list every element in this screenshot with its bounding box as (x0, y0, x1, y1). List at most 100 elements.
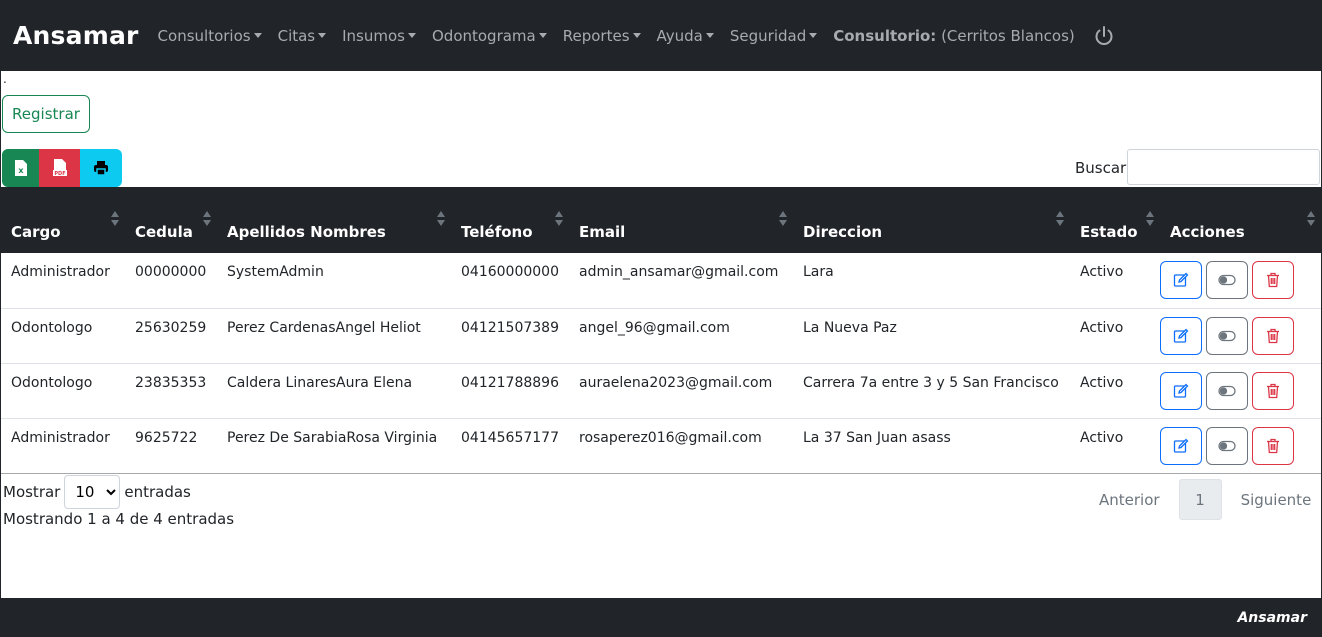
menu-consultorios[interactable]: Consultorios (150, 27, 270, 45)
menu-ayuda[interactable]: Ayuda (649, 27, 722, 45)
menu-reportes[interactable]: Reportes (555, 27, 649, 45)
sort-icon (1307, 211, 1315, 227)
export-excel-button[interactable]: x (2, 149, 39, 187)
cell-direccion: La 37 San Juan asass (803, 429, 951, 446)
caret-down-icon (407, 33, 416, 38)
col-cargo[interactable]: Cargo (1, 187, 125, 253)
edit-button[interactable] (1160, 316, 1202, 355)
toggle-status-button[interactable] (1206, 261, 1248, 299)
caret-down-icon (318, 33, 327, 38)
col-email[interactable]: Email (569, 187, 793, 253)
edit-button[interactable] (1160, 371, 1202, 410)
cell-email: auraelena2023@gmail.com (579, 374, 773, 391)
toggle-icon (1218, 385, 1236, 396)
cell-telefono: 04160000000 (461, 264, 559, 280)
cell-acciones (1160, 418, 1321, 473)
sort-icon (1146, 211, 1154, 227)
toggle-status-button[interactable] (1206, 426, 1248, 465)
sort-icon (437, 211, 445, 227)
menu-insumos[interactable]: Insumos (334, 27, 424, 45)
register-button[interactable]: Registrar (2, 95, 90, 133)
table-row: Odontologo 23835353 Caldera LinaresAura El… (1, 363, 1321, 418)
caret-down-icon (809, 33, 818, 38)
edit-icon (1173, 383, 1189, 398)
delete-button[interactable] (1252, 371, 1294, 410)
cell-cargo: Administrador (11, 429, 110, 446)
consultorio-label: Consultorio: (833, 26, 937, 45)
cell-estado: Activo (1080, 429, 1124, 446)
toggle-status-button[interactable] (1206, 371, 1248, 410)
consultorio-value: (Cerritos Blancos) (941, 26, 1075, 45)
sort-icon (779, 211, 787, 227)
col-estado[interactable]: Estado (1070, 187, 1160, 253)
cell-email: rosaperez016@gmail.com (579, 429, 762, 446)
page-size-select[interactable]: 10 (64, 475, 121, 509)
footer-brand: Ansamar (1237, 609, 1307, 626)
cell-direccion: Lara (803, 264, 834, 280)
menu-label: Consultorios (157, 26, 251, 45)
cell-telefono: 04145657177 (461, 429, 559, 446)
export-pdf-button[interactable]: PDF (39, 149, 80, 187)
sort-icon (1056, 211, 1064, 227)
cell-estado: Activo (1080, 264, 1124, 280)
trash-icon (1267, 383, 1279, 398)
cell-telefono: 04121507389 (461, 319, 559, 336)
menu-label: Ayuda (656, 26, 703, 45)
pdf-icon: PDF (52, 159, 67, 177)
edit-icon (1173, 328, 1189, 343)
prev-page-button[interactable]: Anterior (1087, 491, 1172, 509)
sort-icon (111, 211, 119, 227)
trash-icon (1267, 272, 1279, 288)
cell-email: angel_96@gmail.com (579, 319, 730, 336)
menu-odontograma[interactable]: Odontograma (424, 27, 555, 45)
search-input[interactable] (1127, 149, 1320, 185)
col-telefono[interactable]: Teléfono (451, 187, 569, 253)
edit-icon (1173, 272, 1189, 287)
power-icon[interactable] (1093, 25, 1115, 47)
show-label: Mostrar (3, 483, 61, 501)
table-row: Administrador 00000000 SystemAdmin 04160000… (1, 253, 1321, 308)
col-cedula[interactable]: Cedula (125, 187, 217, 253)
col-direccion[interactable]: Direccion (793, 187, 1070, 253)
cell-nombres: SystemAdmin (227, 264, 324, 280)
print-button[interactable] (80, 149, 122, 187)
excel-icon: x (14, 160, 27, 176)
pagination: Anterior 1 Siguiente (1087, 479, 1322, 520)
entries-label: entradas (124, 483, 191, 501)
caret-down-icon (632, 33, 641, 38)
cell-estado: Activo (1080, 374, 1124, 391)
edit-button[interactable] (1160, 261, 1202, 299)
menu-seguridad[interactable]: Seguridad (722, 27, 825, 45)
menu-label: Insumos (342, 26, 405, 45)
delete-button[interactable] (1252, 316, 1294, 355)
cell-cedula: 00000000 (135, 264, 207, 280)
cell-estado: Activo (1080, 319, 1124, 336)
cell-cargo: Odontologo (11, 374, 93, 391)
toggle-status-button[interactable] (1206, 316, 1248, 355)
delete-button[interactable] (1252, 261, 1294, 299)
menu-citas[interactable]: Citas (270, 27, 335, 45)
next-page-button[interactable]: Siguiente (1229, 491, 1322, 509)
cell-cedula: 9625722 (135, 429, 198, 446)
page-1-button[interactable]: 1 (1178, 479, 1222, 520)
svg-text:x: x (18, 166, 24, 175)
col-apellidos-nombres[interactable]: Apellidos Nombres (217, 187, 451, 253)
cell-cedula: 23835353 (135, 374, 207, 391)
edit-button[interactable] (1160, 426, 1202, 465)
column-label: Apellidos Nombres (227, 223, 386, 241)
delete-button[interactable] (1252, 426, 1294, 465)
cell-cargo: Administrador (11, 264, 110, 280)
cell-acciones (1160, 308, 1321, 363)
row-actions (1160, 261, 1321, 299)
menu-label: Seguridad (729, 26, 807, 45)
cell-direccion: La Nueva Paz (803, 319, 897, 336)
cell-nombres: Perez De SarabiaRosa Virginia (227, 429, 438, 446)
column-label: Email (579, 223, 626, 241)
navbar-brand[interactable]: Ansamar (13, 21, 139, 50)
column-label: Estado (1080, 223, 1138, 241)
col-acciones[interactable]: Acciones (1160, 187, 1321, 253)
trash-icon (1267, 328, 1279, 343)
sort-icon (203, 211, 211, 227)
caret-down-icon (705, 33, 714, 38)
search-label: Buscar: (1075, 159, 1132, 177)
